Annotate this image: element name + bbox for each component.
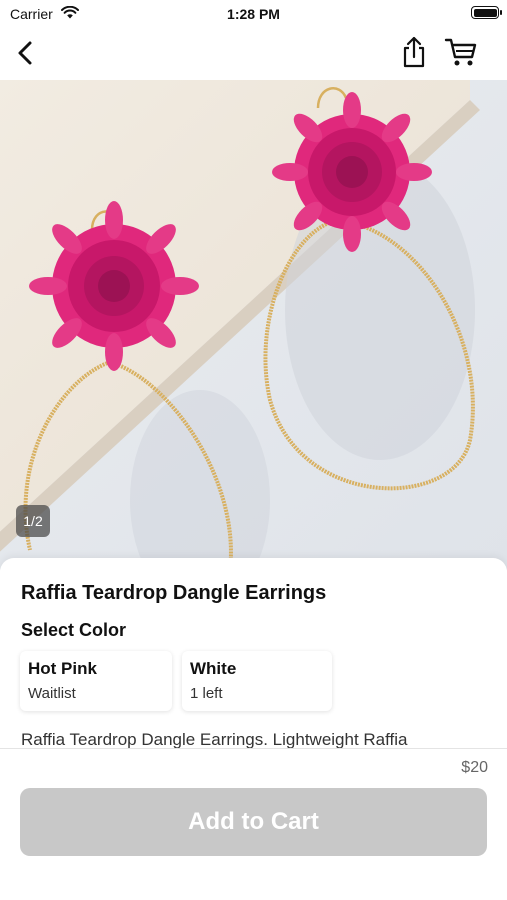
product-title: Raffia Teardrop Dangle Earrings	[21, 582, 327, 604]
status-bar: Carrier 1:28 PM	[0, 0, 507, 28]
color-option-name: White	[190, 659, 237, 678]
back-chevron-icon[interactable]	[8, 36, 42, 70]
select-color-label: Select Color	[21, 620, 127, 640]
battery-icon	[471, 6, 502, 19]
share-icon[interactable]	[397, 35, 431, 69]
color-option-stock: Waitlist	[28, 685, 76, 702]
color-option-white[interactable]: White 1 left	[182, 651, 332, 711]
color-option-name: Hot Pink	[28, 659, 97, 678]
page-indicator: 1/2	[16, 505, 50, 537]
clock: 1:28 PM	[227, 6, 280, 22]
color-option-hot-pink[interactable]: Hot Pink Waitlist	[20, 651, 172, 711]
price-label: $20	[461, 759, 488, 776]
cart-icon[interactable]	[444, 35, 478, 69]
product-image[interactable]	[0, 80, 507, 570]
product-description: Raffia Teardrop Dangle Earrings. Lightwe…	[21, 730, 408, 749]
add-to-cart-button[interactable]: Add to Cart	[20, 788, 487, 856]
nav-bar	[0, 28, 507, 78]
purchase-footer: $20 Add to Cart	[0, 748, 507, 900]
color-option-stock: 1 left	[190, 685, 223, 702]
